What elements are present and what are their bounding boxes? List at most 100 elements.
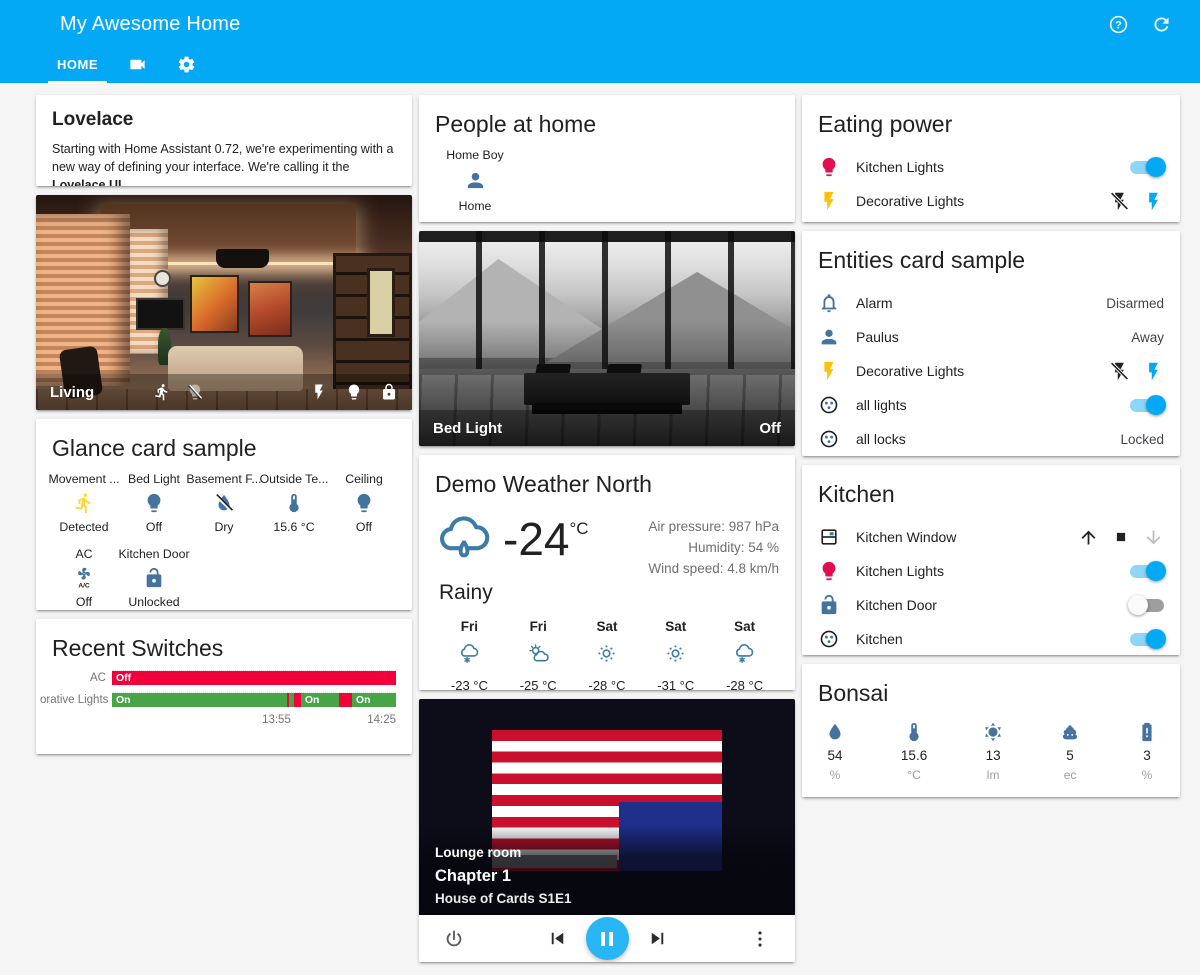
history-segment: On xyxy=(112,693,287,707)
skip-previous-icon[interactable] xyxy=(546,927,569,950)
weather-sunny-icon xyxy=(664,642,687,665)
entities-card-eating-power: Eating power Kitchen Lights Decorative L… xyxy=(802,95,1180,222)
overflow-menu-icon[interactable] xyxy=(749,928,771,950)
cover-open-button[interactable] xyxy=(1078,527,1099,548)
history-row-label: AC xyxy=(40,672,112,684)
toggle-kitchen[interactable] xyxy=(1130,632,1164,647)
weather-card: Demo Weather North -24 °C Air pressure: … xyxy=(419,455,795,690)
tab-home[interactable]: HOME xyxy=(48,48,107,83)
entity-row-kitchen-door[interactable]: Kitchen Door xyxy=(818,588,1164,622)
entity-state: Disarmed xyxy=(1106,296,1164,311)
entity-row-decorative-lights[interactable]: Decorative Lights xyxy=(818,184,1164,218)
camera-card-bed-light[interactable]: Bed Light Off xyxy=(419,231,795,446)
weather-snowy-icon xyxy=(458,642,481,665)
time-tick: 14:25 xyxy=(367,714,396,726)
markdown-text: Starting with Home Assistant 0.72, we're… xyxy=(52,140,396,186)
glance-item-movement[interactable]: Movement ... Detected xyxy=(49,472,119,534)
weather-sunny-icon xyxy=(595,642,618,665)
lock-icon[interactable] xyxy=(380,383,398,401)
history-segment xyxy=(294,693,301,707)
entity-row-kitchen-lights[interactable]: Kitchen Lights xyxy=(818,150,1164,184)
weather-snowy-icon xyxy=(733,642,756,665)
lightbulb-icon[interactable] xyxy=(345,383,363,401)
lock-open-icon xyxy=(818,594,840,616)
sensor-temperature[interactable]: 15.6 °C xyxy=(901,721,927,782)
entity-row-all-locks[interactable]: all locks Locked xyxy=(818,422,1164,456)
lightbulb-icon xyxy=(818,156,840,178)
entity-row-kitchen-lights[interactable]: Kitchen Lights xyxy=(818,554,1164,588)
glance-item-ac[interactable]: AC Off xyxy=(49,547,119,609)
account-icon xyxy=(464,169,487,192)
sensor-conductivity[interactable]: 5 ec xyxy=(1059,721,1081,782)
tab-cameras[interactable] xyxy=(119,48,156,83)
group-icon xyxy=(818,394,840,416)
sensor-brightness[interactable]: 13 lm xyxy=(982,721,1004,782)
media-subtitle: House of Cards S1E1 xyxy=(435,891,779,906)
glance-item-outside-temp[interactable]: Outside Te... 15.6 °C xyxy=(259,472,329,534)
glance-item-bed-light[interactable]: Bed Light Off xyxy=(119,472,189,534)
toggle-kitchen-door[interactable] xyxy=(1130,598,1164,613)
entity-row-alarm[interactable]: Alarm Disarmed xyxy=(818,286,1164,320)
cover-close-button[interactable] xyxy=(1143,527,1164,548)
media-player-card: Lounge room Chapter 1 House of Cards S1E… xyxy=(419,699,795,962)
card-title: People at home xyxy=(419,95,795,146)
toggle-kitchen-lights[interactable] xyxy=(1130,160,1164,175)
entity-row-kitchen-window[interactable]: Kitchen Window xyxy=(818,520,1164,554)
weather-forecast: Fri -23 °C -26 °C 2 mm Fri -25 °C -26 °C… xyxy=(435,619,779,690)
group-icon xyxy=(818,428,840,450)
current-temperature: -24 xyxy=(503,512,569,566)
flash-off-button[interactable] xyxy=(1109,361,1130,382)
entity-row-kitchen-group[interactable]: Kitchen xyxy=(818,622,1164,655)
pause-button[interactable] xyxy=(586,917,629,960)
help-icon[interactable] xyxy=(1108,14,1129,35)
tab-settings[interactable] xyxy=(168,48,205,83)
thermometer-icon xyxy=(903,721,925,743)
people-card: People at home Home Boy Home xyxy=(419,95,795,222)
weather-attributes: Air pressure: 987 hPa Humidity: 54 % Win… xyxy=(648,516,779,579)
motion-run-icon xyxy=(153,383,171,401)
group-icon xyxy=(818,628,840,650)
person-badge[interactable]: Home Boy Home xyxy=(443,148,507,213)
account-icon xyxy=(818,326,840,348)
page-title: My Awesome Home xyxy=(60,13,240,36)
weather-rainy-icon xyxy=(435,510,493,568)
toggle-kitchen-lights[interactable] xyxy=(1130,564,1164,579)
lightbulb-icon xyxy=(353,492,375,514)
flash-icon[interactable] xyxy=(310,383,328,401)
glance-item-ceiling[interactable]: Ceiling Off xyxy=(329,472,399,534)
skip-next-icon[interactable] xyxy=(646,927,669,950)
forecast-day: Sat -31 °C -31 °C 0.1 mm xyxy=(641,619,710,690)
water-drop-icon xyxy=(824,721,846,743)
history-row-label: orative Lights xyxy=(40,694,112,706)
power-icon[interactable] xyxy=(443,928,465,950)
flash-on-button[interactable] xyxy=(1143,361,1164,382)
view-tabs: HOME xyxy=(0,48,1200,83)
history-graph: AC Off orative Lights On xyxy=(36,670,412,744)
entities-card-kitchen: Kitchen Kitchen Window Kitchen Lights Ki… xyxy=(802,465,1180,655)
lock-open-icon xyxy=(143,567,165,589)
entity-state: Locked xyxy=(1120,432,1164,447)
entity-row-all-lights[interactable]: all lights xyxy=(818,388,1164,422)
sensor-moisture[interactable]: 54 % xyxy=(824,721,846,782)
card-title: Bonsai xyxy=(802,664,1180,715)
run-icon xyxy=(73,492,95,514)
entity-row-decorative-lights[interactable]: Decorative Lights xyxy=(818,354,1164,388)
toggle-all-lights[interactable] xyxy=(1130,398,1164,413)
card-title: Glance card sample xyxy=(36,419,412,470)
refresh-icon[interactable] xyxy=(1151,14,1172,35)
flash-on-button[interactable] xyxy=(1143,191,1164,212)
history-segment: On xyxy=(301,693,339,707)
camera-card-living[interactable]: Living xyxy=(36,195,412,410)
thermometer-icon xyxy=(283,492,305,514)
entity-state: Off xyxy=(759,420,781,437)
card-title: Recent Switches xyxy=(36,619,412,670)
forecast-day: Fri -23 °C -26 °C 2 mm xyxy=(435,619,504,690)
temperature-unit: °C xyxy=(569,519,588,566)
glance-item-basement[interactable]: Basement F... Dry xyxy=(189,472,259,534)
glance-item-kitchen-door[interactable]: Kitchen Door Unlocked xyxy=(119,547,189,609)
video-camera-icon xyxy=(128,55,147,74)
sensor-battery[interactable]: 3 % xyxy=(1136,721,1158,782)
cover-stop-button[interactable] xyxy=(1112,528,1130,546)
entity-row-paulus[interactable]: Paulus Away xyxy=(818,320,1164,354)
flash-off-button[interactable] xyxy=(1109,191,1130,212)
